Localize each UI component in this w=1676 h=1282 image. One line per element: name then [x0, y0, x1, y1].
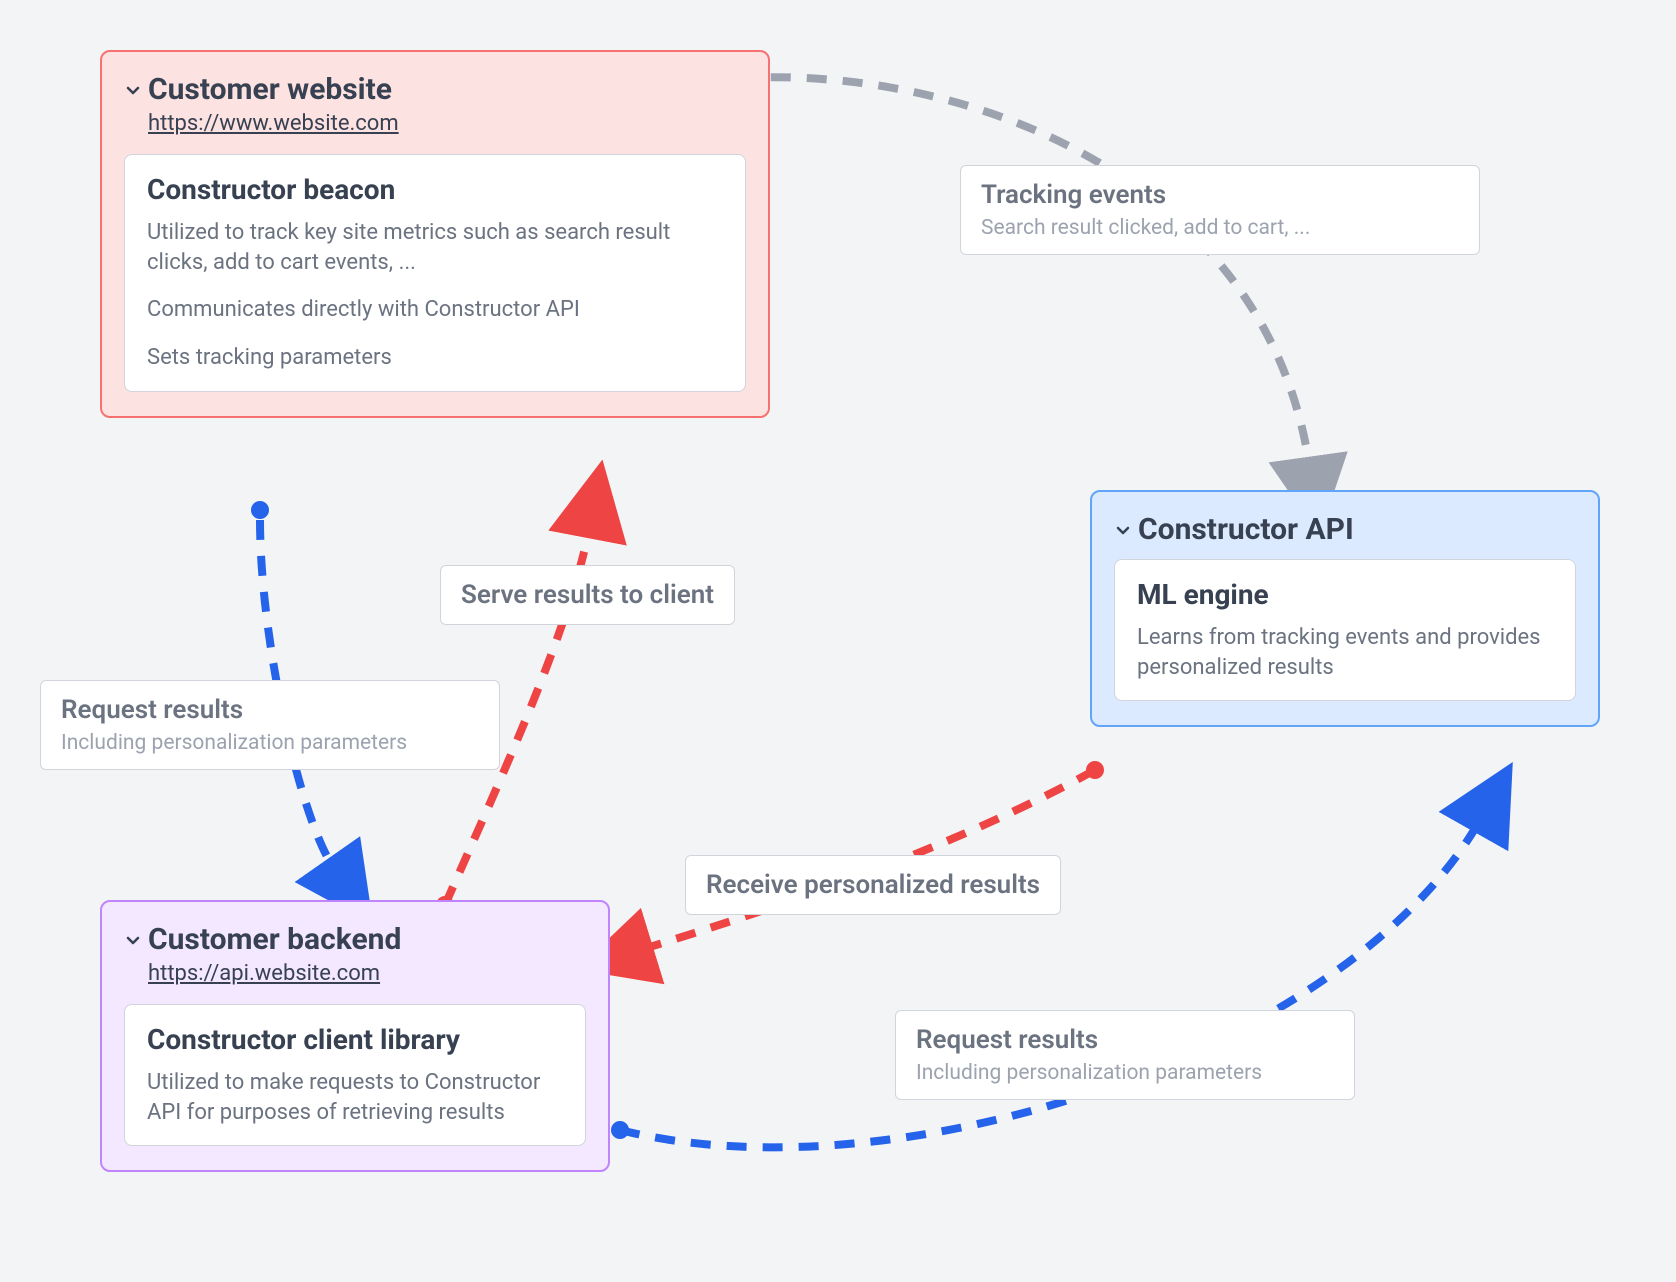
node-subtitle: https://api.website.com: [148, 961, 586, 986]
card-ml-engine: ML engine Learns from tracking events an…: [1114, 559, 1576, 701]
chevron-down-icon: [124, 931, 142, 949]
edge-label-serve-results: Serve results to client: [440, 565, 735, 625]
edge-label-title: Serve results to client: [461, 580, 714, 610]
edge-label-sub: Including personalization parameters: [61, 731, 479, 755]
node-title: Constructor API: [1138, 512, 1354, 547]
card-client-library: Constructor client library Utilized to m…: [124, 1004, 586, 1146]
edge-label-receive-results: Receive personalized results: [685, 855, 1061, 915]
card-text: Utilized to make requests to Constructor…: [147, 1068, 563, 1127]
node-customer-website[interactable]: Customer website https://www.website.com…: [100, 50, 770, 418]
card-title: Constructor beacon: [147, 173, 723, 206]
edge-label-sub: Including personalization parameters: [916, 1061, 1334, 1085]
edge-label-request-results-2: Request results Including personalizatio…: [895, 1010, 1355, 1100]
chevron-down-icon: [124, 81, 142, 99]
edge-label-request-results-1: Request results Including personalizatio…: [40, 680, 500, 770]
node-constructor-api[interactable]: Constructor API ML engine Learns from tr…: [1090, 490, 1600, 727]
card-text: Utilized to track key site metrics such …: [147, 218, 723, 277]
edge-label-title: Request results: [916, 1025, 1334, 1055]
node-title: Customer website: [148, 72, 392, 107]
card-constructor-beacon: Constructor beacon Utilized to track key…: [124, 154, 746, 392]
node-customer-backend[interactable]: Customer backend https://api.website.com…: [100, 900, 610, 1172]
card-title: Constructor client library: [147, 1023, 563, 1056]
card-text: Sets tracking parameters: [147, 343, 723, 373]
card-text: Communicates directly with Constructor A…: [147, 295, 723, 325]
edge-label-title: Receive personalized results: [706, 870, 1040, 900]
edge-label-sub: Search result clicked, add to cart, ...: [981, 216, 1459, 240]
card-text: Learns from tracking events and provides…: [1137, 623, 1553, 682]
edge-label-tracking-events: Tracking events Search result clicked, a…: [960, 165, 1480, 255]
node-title: Customer backend: [148, 922, 401, 957]
edge-label-title: Request results: [61, 695, 479, 725]
node-subtitle: https://www.website.com: [148, 111, 746, 136]
card-title: ML engine: [1137, 578, 1553, 611]
edge-label-title: Tracking events: [981, 180, 1459, 210]
chevron-down-icon: [1114, 521, 1132, 539]
